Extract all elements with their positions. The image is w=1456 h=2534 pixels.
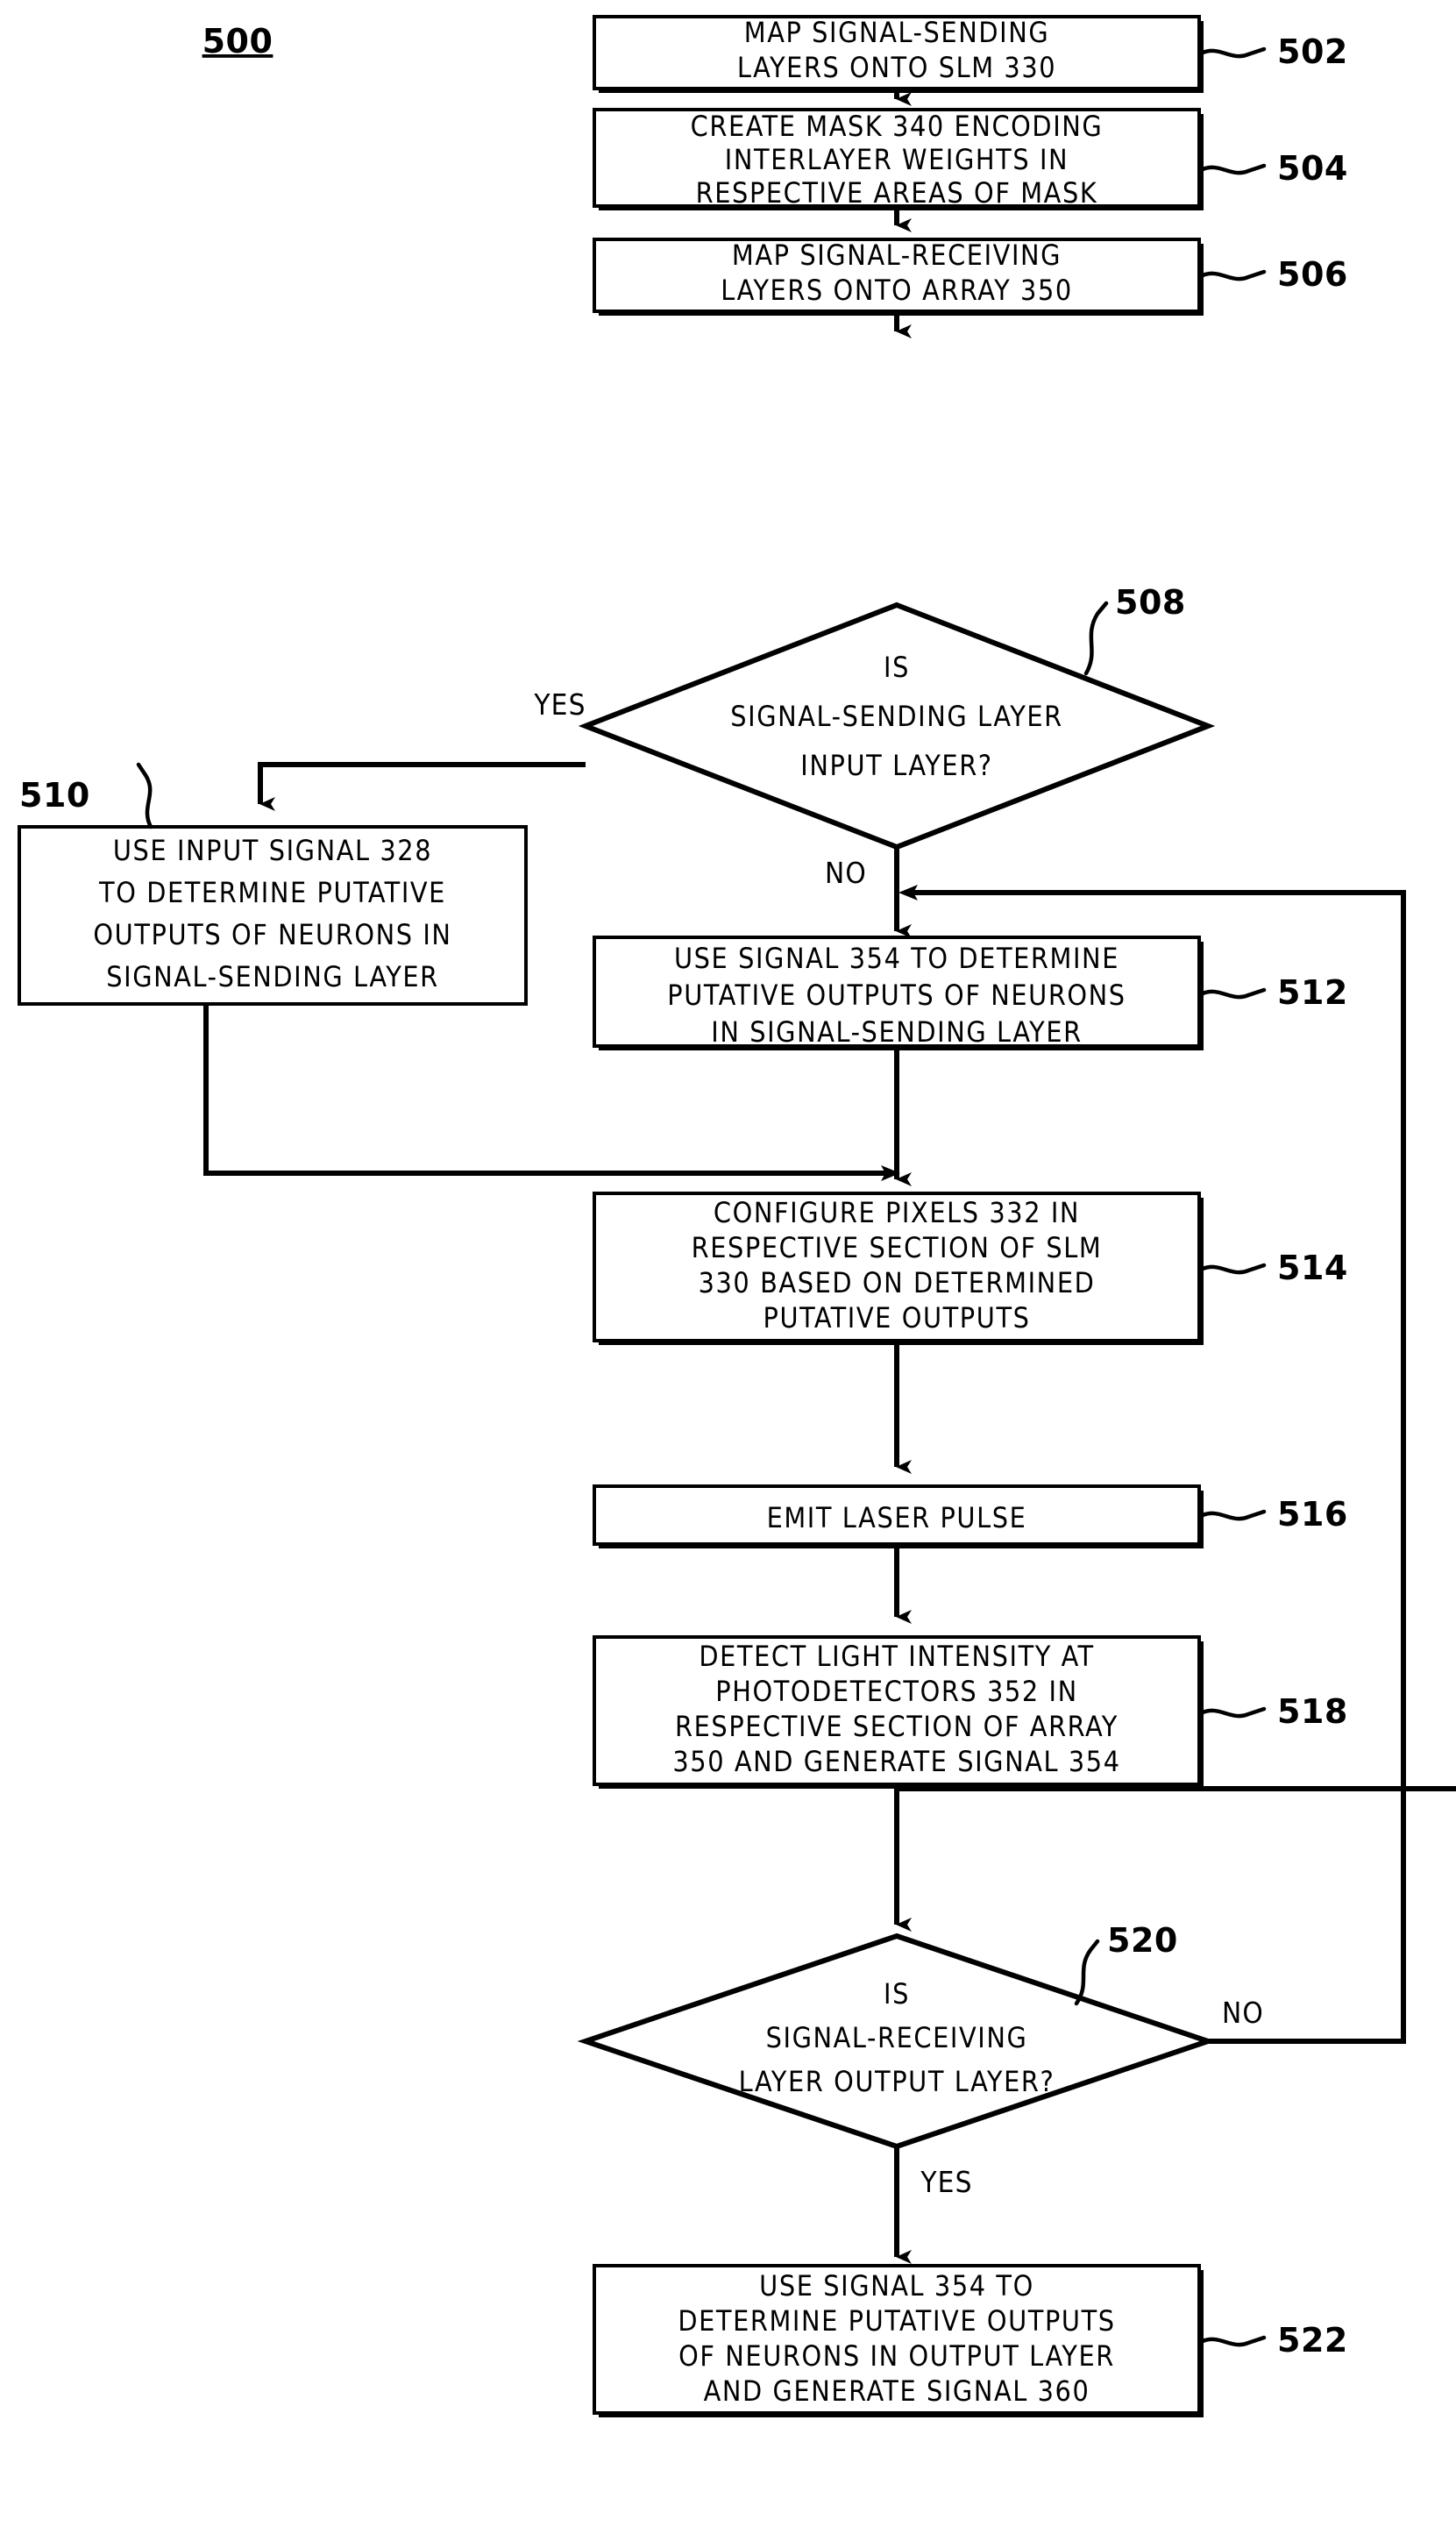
ref-512: 512 <box>1277 973 1348 1012</box>
node-502-line-0: MAP SIGNAL-SENDING <box>744 16 1050 49</box>
node-522-line-0: USE SIGNAL 354 TO <box>759 2269 1034 2303</box>
node-518-line-0: DETECT LIGHT INTENSITY AT <box>699 1640 1094 1673</box>
node-506-line-0: MAP SIGNAL-RECEIVING <box>732 238 1062 272</box>
node-518-line-2: RESPECTIVE SECTION OF ARRAY <box>675 1710 1119 1743</box>
ref-506: 506 <box>1277 255 1348 294</box>
node-504-line-0: CREATE MASK 340 ENCODING <box>691 110 1104 143</box>
ref-504: 504 <box>1277 149 1348 188</box>
node-508-line-1: SIGNAL-SENDING LAYER <box>730 700 1063 733</box>
node-510-line-2: OUTPUTS OF NEURONS IN <box>93 918 451 951</box>
leader-518: 518 <box>1200 1692 1348 1731</box>
node-522: USE SIGNAL 354 TO DETERMINE PUTATIVE OUT… <box>593 2264 1204 2417</box>
leader-510: 510 <box>19 762 153 829</box>
figure-number: 500 <box>202 22 273 61</box>
node-512-line-2: IN SIGNAL-SENDING LAYER <box>711 1015 1083 1049</box>
node-514: CONFIGURE PIXELS 332 IN RESPECTIVE SECTI… <box>593 1192 1204 1345</box>
branch-label-520-no: NO <box>1222 1996 1264 2030</box>
node-506-line-1: LAYERS ONTO ARRAY 350 <box>721 274 1073 307</box>
node-504-line-2: RESPECTIVE AREAS OF MASK <box>696 176 1098 210</box>
leader-522: 522 <box>1200 2321 1348 2360</box>
node-514-line-0: CONFIGURE PIXELS 332 IN <box>714 1196 1080 1229</box>
node-512-line-1: PUTATIVE OUTPUTS OF NEURONS <box>667 979 1126 1012</box>
ref-518: 518 <box>1277 1692 1348 1731</box>
node-514-line-1: RESPECTIVE SECTION OF SLM <box>692 1231 1103 1264</box>
ref-510: 510 <box>19 776 90 815</box>
branch-label-520-yes: YES <box>920 2165 972 2199</box>
node-520: IS SIGNAL-RECEIVING LAYER OUTPUT LAYER? <box>577 1933 1217 2150</box>
node-522-line-2: OF NEURONS IN OUTPUT LAYER <box>678 2339 1115 2373</box>
node-502: MAP SIGNAL-SENDING LAYERS ONTO SLM 330 <box>593 15 1204 93</box>
node-510-line-0: USE INPUT SIGNAL 328 <box>113 834 432 867</box>
connector-508-no-512: NO <box>825 847 912 938</box>
node-502-line-1: LAYERS ONTO SLM 330 <box>737 51 1056 84</box>
ref-522: 522 <box>1277 2321 1348 2360</box>
node-522-line-1: DETERMINE PUTATIVE OUTPUTS <box>678 2304 1115 2338</box>
connector-520-yes-522: YES <box>894 2146 972 2264</box>
leader-508: 508 <box>1083 583 1186 676</box>
node-516: EMIT LASER PULSE <box>593 1484 1204 1548</box>
leader-504: 504 <box>1200 149 1348 188</box>
flowchart-figure-500: 500 MAP SIGNAL-SENDING LAYERS ONTO SLM 3… <box>18 15 1456 2417</box>
connector-518-520 <box>894 1786 1456 1932</box>
leader-512: 512 <box>1200 973 1348 1012</box>
node-514-line-2: 330 BASED ON DETERMINED <box>699 1266 1096 1299</box>
node-508-line-2: INPUT LAYER? <box>800 749 992 782</box>
node-510-line-1: TO DETERMINE PUTATIVE <box>98 876 446 909</box>
node-518-line-1: PHOTODETECTORS 352 IN <box>715 1675 1078 1708</box>
node-512-line-0: USE SIGNAL 354 TO DETERMINE <box>674 942 1119 975</box>
leader-516: 516 <box>1200 1495 1348 1534</box>
leader-520: 520 <box>1074 1921 1178 2006</box>
connector-508-yes-510: YES <box>258 687 586 811</box>
leader-502: 502 <box>1200 32 1348 71</box>
leader-514: 514 <box>1200 1249 1348 1287</box>
node-520-line-0: IS <box>884 1977 910 2011</box>
node-508: IS SIGNAL-SENDING LAYER INPUT LAYER? <box>578 601 1216 851</box>
node-518: DETECT LIGHT INTENSITY AT PHOTODETECTORS… <box>593 1635 1204 1789</box>
leader-506: 506 <box>1200 255 1348 294</box>
node-504-line-1: INTERLAYER WEIGHTS IN <box>725 143 1069 176</box>
branch-label-508-yes: YES <box>533 687 586 722</box>
node-518-line-3: 350 AND GENERATE SIGNAL 354 <box>672 1745 1120 1778</box>
ref-516: 516 <box>1277 1495 1348 1534</box>
branch-label-508-no: NO <box>825 856 867 890</box>
node-522-line-3: AND GENERATE SIGNAL 360 <box>704 2374 1090 2408</box>
node-510: USE INPUT SIGNAL 328 TO DETERMINE PUTATI… <box>18 825 528 1006</box>
node-512: USE SIGNAL 354 TO DETERMINE PUTATIVE OUT… <box>593 936 1204 1050</box>
node-508-line-0: IS <box>884 651 910 684</box>
connector-520-no-feedback: NO <box>898 885 1406 2044</box>
node-510-line-3: SIGNAL-SENDING LAYER <box>106 960 439 993</box>
node-520-line-2: LAYER OUTPUT LAYER? <box>739 2065 1055 2098</box>
ref-520: 520 <box>1107 1921 1178 1960</box>
node-514-line-3: PUTATIVE OUTPUTS <box>763 1301 1030 1335</box>
node-506: MAP SIGNAL-RECEIVING LAYERS ONTO ARRAY 3… <box>593 238 1204 316</box>
ref-502: 502 <box>1277 32 1348 71</box>
node-504: CREATE MASK 340 ENCODING INTERLAYER WEIG… <box>593 108 1204 210</box>
ref-514: 514 <box>1277 1249 1348 1287</box>
node-520-line-1: SIGNAL-RECEIVING <box>766 2021 1028 2054</box>
node-516-line-0: EMIT LASER PULSE <box>767 1501 1027 1534</box>
ref-508: 508 <box>1115 583 1186 622</box>
